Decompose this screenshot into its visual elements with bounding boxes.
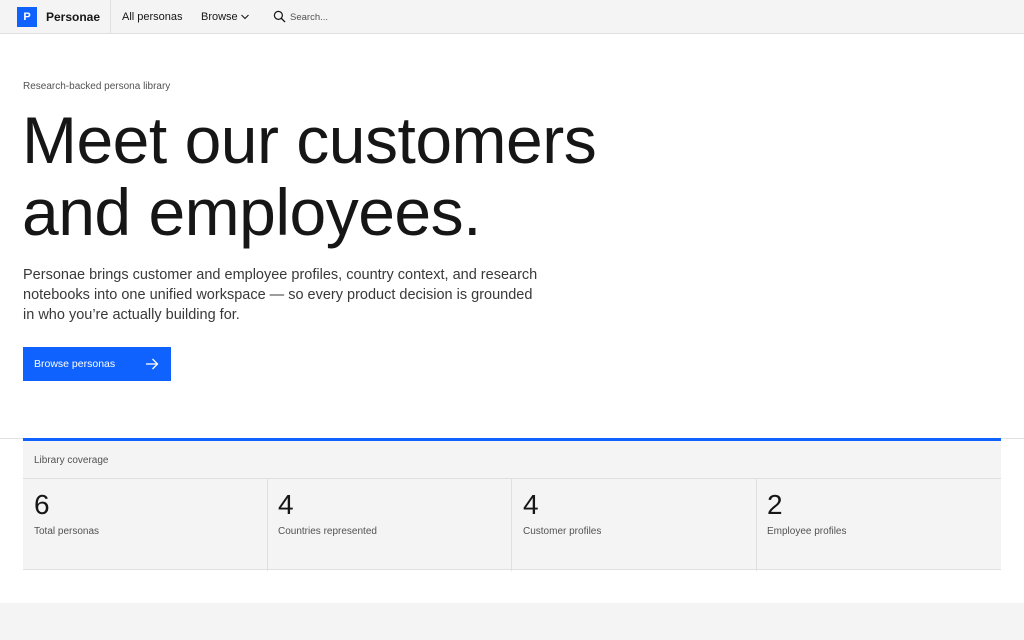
brand-home-link[interactable]: P Personae: [0, 0, 111, 34]
hero-description: Personae brings customer and employee pr…: [23, 267, 538, 323]
nav-browse-menu[interactable]: Browse: [201, 11, 238, 23]
search-icon[interactable]: [273, 10, 286, 23]
stat-total-personas: 6 Total personas: [23, 479, 268, 571]
logo-icon: P: [17, 7, 37, 27]
library-coverage-title: Library coverage: [34, 455, 109, 466]
stat-value: 4: [523, 489, 539, 520]
brand-name: Personae: [46, 10, 101, 24]
stat-value: 6: [34, 489, 50, 520]
hero-eyebrow: Research-backed persona library: [23, 81, 171, 92]
stat-label: Customer profiles: [523, 526, 602, 537]
search-input[interactable]: [290, 9, 490, 25]
chevron-down-icon[interactable]: [240, 12, 250, 22]
hero-headline-line-1: Meet our customers: [22, 103, 597, 177]
stat-label: Employee profiles: [767, 526, 847, 537]
stat-value: 4: [278, 489, 294, 520]
stats-row: 6 Total personas 4 Countries represented…: [23, 478, 1001, 571]
footer-band: [0, 603, 1024, 640]
hero-headline: Meet our customers and employees.: [22, 104, 722, 248]
stat-countries-represented: 4 Countries represented: [267, 479, 512, 571]
library-coverage-panel: Library coverage 6 Total personas 4 Coun…: [23, 438, 1001, 571]
browse-personas-label: Browse personas: [34, 358, 116, 370]
nav-all-personas-link[interactable]: All personas: [122, 11, 183, 23]
stat-customer-profiles: 4 Customer profiles: [512, 479, 757, 571]
stat-label: Countries represented: [278, 526, 377, 537]
hero-headline-line-2: and employees.: [22, 175, 481, 249]
arrow-right-icon[interactable]: [145, 357, 159, 371]
stat-value: 2: [767, 489, 783, 520]
top-nav-bar: P Personae All personas Browse: [0, 0, 1024, 34]
stat-employee-profiles: 2 Employee profiles: [756, 479, 1001, 571]
stat-label: Total personas: [34, 526, 100, 537]
